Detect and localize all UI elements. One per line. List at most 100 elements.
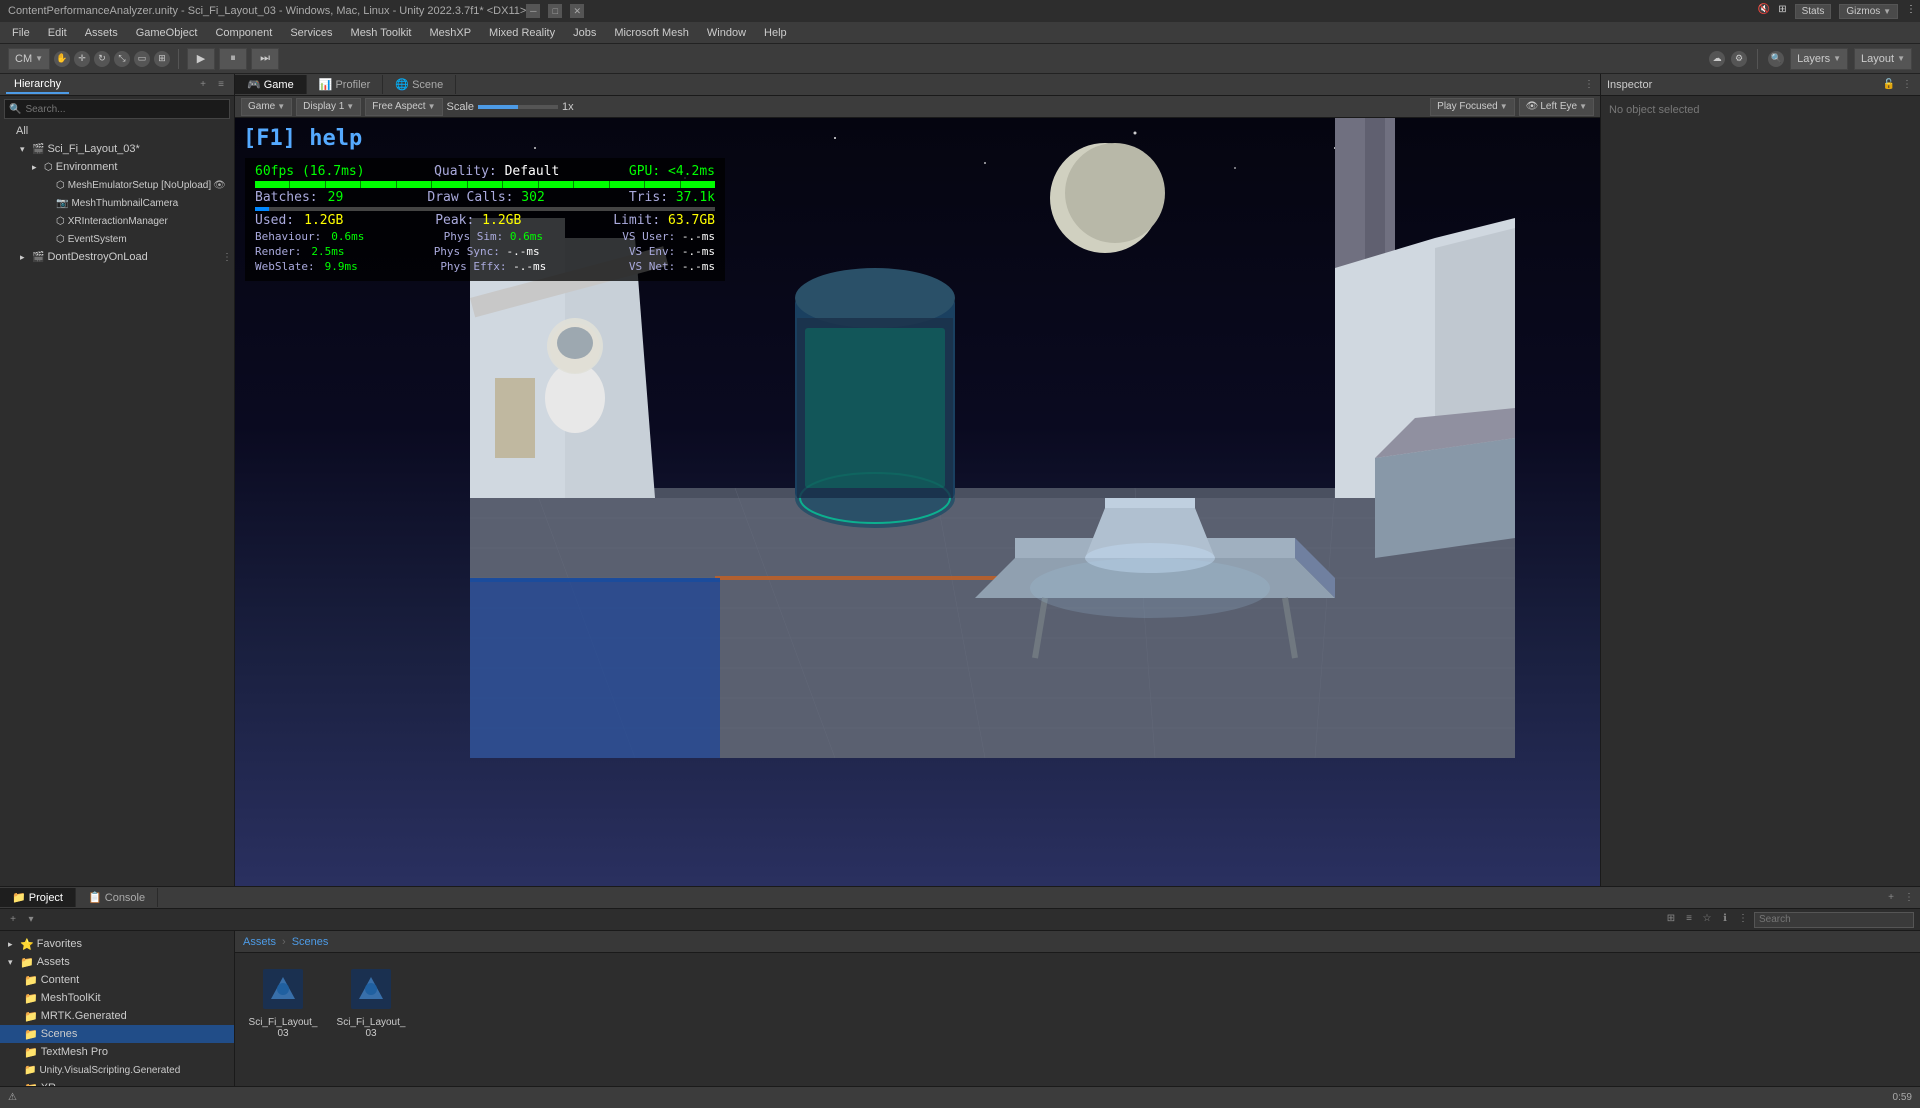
- rect-tool[interactable]: ▭: [134, 51, 150, 67]
- gizmos-button[interactable]: Gizmos ▼: [1839, 4, 1898, 19]
- scale-slider[interactable]: [478, 105, 558, 109]
- menu-microsoft-mesh[interactable]: Microsoft Mesh: [606, 25, 697, 41]
- bottom-add-btn[interactable]: +: [1884, 891, 1898, 905]
- hierarchy-dont-destroy[interactable]: ▸ 🎬 DontDestroyOnLoad ⋮: [0, 248, 234, 266]
- hierarchy-add-button[interactable]: +: [196, 78, 210, 92]
- menu-help[interactable]: Help: [756, 25, 795, 41]
- hierarchy-mesh-emulator[interactable]: ⬡ MeshEmulatorSetup [NoUpload] 👁: [0, 176, 234, 194]
- xr-icon: ⬡: [56, 216, 65, 227]
- layout-dropdown[interactable]: Layout ▼: [1854, 48, 1912, 70]
- event-icon: ⬡: [56, 234, 65, 245]
- breadcrumb-scenes[interactable]: Scenes: [292, 936, 329, 948]
- display-arrow: ▼: [346, 102, 354, 111]
- draw-calls-label: Draw Calls:: [427, 190, 513, 205]
- move-tool[interactable]: ✛: [74, 51, 90, 67]
- hierarchy-menu-button[interactable]: ≡: [214, 78, 228, 92]
- rotate-tool[interactable]: ↻: [94, 51, 110, 67]
- file-icon-fav[interactable]: ☆: [1700, 912, 1714, 926]
- hierarchy-event-system[interactable]: ⬡ EventSystem: [0, 230, 234, 248]
- hierarchy-search-input[interactable]: [25, 104, 225, 115]
- project-tab[interactable]: 📁 Project: [0, 888, 76, 907]
- close-button[interactable]: ✕: [570, 4, 584, 18]
- pause-button[interactable]: ⏸: [219, 48, 247, 70]
- menu-meshxp[interactable]: MeshXP: [421, 25, 479, 41]
- bottom-menu-btn[interactable]: ⋮: [1902, 891, 1916, 905]
- cloud-icon[interactable]: ☁: [1709, 51, 1725, 67]
- used-label: Used:: [255, 213, 294, 228]
- favorites-group[interactable]: ▸ ⭐ Favorites: [0, 935, 234, 953]
- hierarchy-all[interactable]: All: [0, 122, 234, 140]
- scene-file-1[interactable]: Sci_Fi_Layout_03: [243, 961, 323, 1043]
- hierarchy-tab[interactable]: Hierarchy: [6, 76, 69, 94]
- hand-tool[interactable]: ✋: [54, 51, 70, 67]
- bottom-add-action[interactable]: +: [6, 913, 20, 927]
- menu-window[interactable]: Window: [699, 25, 754, 41]
- play-button[interactable]: ▶: [187, 48, 215, 70]
- profiler-tab[interactable]: 📊 Profiler: [307, 75, 384, 94]
- menu-mixed-reality[interactable]: Mixed Reality: [481, 25, 563, 41]
- game-dd-arrow: ▼: [277, 102, 285, 111]
- cm-dropdown[interactable]: CM ▼: [8, 48, 50, 70]
- textmesh-folder[interactable]: 📁 TextMesh Pro: [0, 1043, 234, 1061]
- aspect-btn[interactable]: Free Aspect ▼: [365, 98, 442, 116]
- file-icon-grid[interactable]: ⊞: [1664, 912, 1678, 926]
- menu-edit[interactable]: Edit: [40, 25, 75, 41]
- step-button[interactable]: ⏭: [251, 48, 279, 70]
- file-search-input[interactable]: [1754, 912, 1914, 928]
- menu-component[interactable]: Component: [207, 25, 280, 41]
- hierarchy-search-bar[interactable]: 🔍: [4, 99, 230, 119]
- inspector-menu[interactable]: ⋮: [1900, 78, 1914, 92]
- transform-tool[interactable]: ⊞: [154, 51, 170, 67]
- visualscripting-folder[interactable]: 📁 Unity.VisualScripting.Generated: [0, 1061, 234, 1079]
- status-bar: ⚠ 0:59: [0, 1086, 1920, 1108]
- game-tab[interactable]: 🎮 Game: [235, 75, 307, 94]
- file-icon-info[interactable]: ℹ: [1718, 912, 1732, 926]
- layers-arrow-icon: ▼: [1833, 54, 1841, 63]
- assets-group[interactable]: ▾ 📁 Assets: [0, 953, 234, 971]
- maximize-button[interactable]: □: [548, 4, 562, 18]
- meshtoolkit-folder[interactable]: 📁 MeshToolKit: [0, 989, 234, 1007]
- menu-assets[interactable]: Assets: [77, 25, 126, 41]
- play-focused-btn[interactable]: Play Focused ▼: [1430, 98, 1515, 116]
- search-toolbar-icon[interactable]: 🔍: [1768, 51, 1784, 67]
- menu-gameobject[interactable]: GameObject: [128, 25, 206, 41]
- dontdestroy-menu[interactable]: ⋮: [220, 250, 234, 264]
- layers-dropdown[interactable]: Layers ▼: [1790, 48, 1848, 70]
- game-display-btn[interactable]: Game ▼: [241, 98, 292, 116]
- game-viewport[interactable]: [F1] help 60fps (16.7ms) Quality: Defaul…: [235, 118, 1600, 886]
- view-menu-btn[interactable]: ⋮: [1582, 78, 1596, 92]
- mrtk-folder[interactable]: 📁 MRTK.Generated: [0, 1007, 234, 1025]
- stats-button[interactable]: Stats: [1795, 4, 1832, 19]
- minimize-button[interactable]: ─: [526, 4, 540, 18]
- eye-icon-btn: 👁: [1526, 101, 1539, 112]
- toolbar-right: ☁ ⚙ 🔍 Layers ▼ Layout ▼: [1709, 48, 1912, 70]
- scenes-folder[interactable]: 📁 Scenes: [0, 1025, 234, 1043]
- scene-file-2[interactable]: Sci_Fi_Layout_03: [331, 961, 411, 1043]
- dontdestroy-icon: 🎬: [32, 252, 44, 263]
- bottom-filter[interactable]: ▾: [24, 913, 38, 927]
- scale-tool[interactable]: ⤡: [114, 51, 130, 67]
- file-icon-list[interactable]: ≡: [1682, 912, 1696, 926]
- hierarchy-environment[interactable]: ▸ ⬡ Environment: [0, 158, 234, 176]
- vs-user-value: -.-ms: [682, 230, 715, 243]
- hierarchy-scene[interactable]: ▾ 🎬 Sci_Fi_Layout_03*: [0, 140, 234, 158]
- inspector-tab[interactable]: Inspector: [1607, 79, 1652, 91]
- inspector-lock[interactable]: 🔓: [1882, 78, 1896, 92]
- content-folder[interactable]: 📁 Content: [0, 971, 234, 989]
- eye-btn[interactable]: 👁 Left Eye ▼: [1519, 98, 1594, 116]
- hierarchy-thumbnail-camera[interactable]: 📷 MeshThumbnailCamera: [0, 194, 234, 212]
- hierarchy-xr-interaction[interactable]: ⬡ XRInteractionManager: [0, 212, 234, 230]
- display-btn[interactable]: Display 1 ▼: [296, 98, 361, 116]
- play-focused-label: Play Focused: [1437, 101, 1498, 112]
- file-icon-dots[interactable]: ⋮: [1736, 912, 1750, 926]
- scene-tab[interactable]: 🌐 Scene: [383, 75, 456, 94]
- menu-mesh-toolkit[interactable]: Mesh Toolkit: [343, 25, 420, 41]
- content-folder-icon: 📁: [24, 974, 38, 987]
- console-tab[interactable]: 📋 Console: [76, 888, 158, 907]
- menu-jobs[interactable]: Jobs: [565, 25, 604, 41]
- menu-services[interactable]: Services: [282, 25, 340, 41]
- menu-file[interactable]: File: [4, 25, 38, 41]
- breadcrumb-assets[interactable]: Assets: [243, 936, 276, 948]
- xr-folder[interactable]: 📁 XR: [0, 1079, 234, 1086]
- settings-icon[interactable]: ⚙: [1731, 51, 1747, 67]
